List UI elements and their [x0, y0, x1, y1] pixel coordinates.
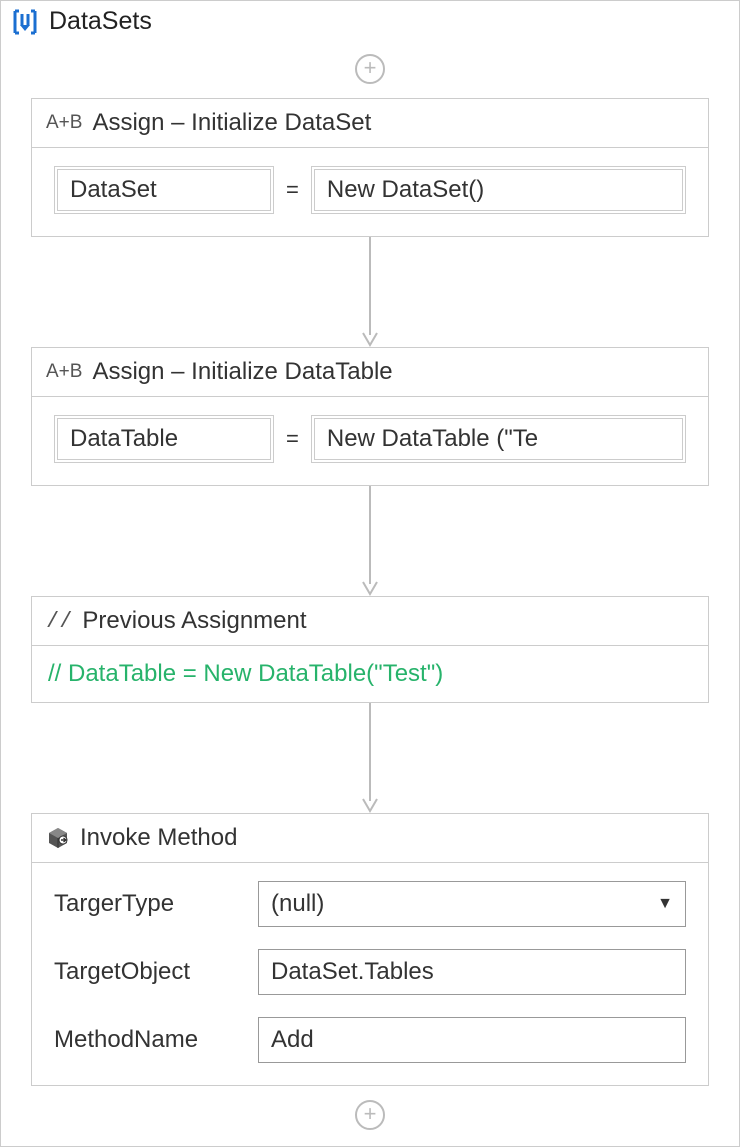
invoke-method-activity[interactable]: Invoke Method TargerType (null) ▼ Target… [31, 813, 709, 1086]
activity-header[interactable]: Invoke Method [32, 814, 708, 863]
assign-activity-initialize-dataset[interactable]: A+B Assign – Initialize DataSet DataSet … [31, 98, 709, 237]
assign-icon: A+B [46, 112, 82, 134]
assign-row: DataSet = New DataSet() [54, 166, 686, 214]
assign-activity-initialize-datatable[interactable]: A+B Assign – Initialize DataTable DataTa… [31, 347, 709, 486]
plus-icon: + [364, 57, 377, 79]
sequence-title: DataSets [49, 7, 152, 36]
target-object-label: TargetObject [54, 958, 244, 986]
add-activity-bottom-button[interactable]: + [355, 1100, 385, 1130]
comment-icon: // [46, 609, 72, 634]
method-name-label: MethodName [54, 1026, 244, 1054]
assign-value-input[interactable]: New DataTable ("Te [311, 415, 686, 463]
comment-text[interactable]: // DataTable = New DataTable("Test") [32, 646, 708, 702]
activity-title: Invoke Method [80, 824, 237, 852]
target-type-value: (null) [271, 890, 324, 918]
assign-icon: A+B [46, 361, 82, 383]
invoke-method-icon [46, 826, 70, 850]
equals-label: = [286, 177, 299, 203]
sequence-activity[interactable]: DataSets + A+B Assign – Initialize DataS… [0, 0, 740, 1147]
method-name-input[interactable]: Add [258, 1017, 686, 1063]
sequence-header[interactable]: DataSets [1, 1, 739, 46]
activity-header[interactable]: A+B Assign – Initialize DataSet [32, 99, 708, 148]
chevron-down-icon: ▼ [657, 895, 673, 913]
activity-title: Assign – Initialize DataTable [92, 358, 392, 386]
equals-label: = [286, 426, 299, 452]
flow-arrow [360, 703, 380, 813]
sequence-icon [11, 8, 39, 36]
assign-to-input[interactable]: DataTable [54, 415, 274, 463]
activity-title: Previous Assignment [82, 607, 306, 635]
sequence-body: + A+B Assign – Initialize DataSet DataSe… [1, 46, 739, 1146]
assign-to-input[interactable]: DataSet [54, 166, 274, 214]
flow-arrow [360, 486, 380, 596]
target-object-input[interactable]: DataSet.Tables [258, 949, 686, 995]
target-type-label: TargerType [54, 890, 244, 918]
target-type-dropdown[interactable]: (null) ▼ [258, 881, 686, 927]
activity-header[interactable]: // Previous Assignment [32, 597, 708, 646]
assign-row: DataTable = New DataTable ("Te [54, 415, 686, 463]
activity-header[interactable]: A+B Assign – Initialize DataTable [32, 348, 708, 397]
add-activity-top-button[interactable]: + [355, 54, 385, 84]
assign-value-input[interactable]: New DataSet() [311, 166, 686, 214]
plus-icon: + [364, 1103, 377, 1125]
activity-title: Assign – Initialize DataSet [92, 109, 371, 137]
comment-activity[interactable]: // Previous Assignment // DataTable = Ne… [31, 596, 709, 703]
flow-arrow [360, 237, 380, 347]
